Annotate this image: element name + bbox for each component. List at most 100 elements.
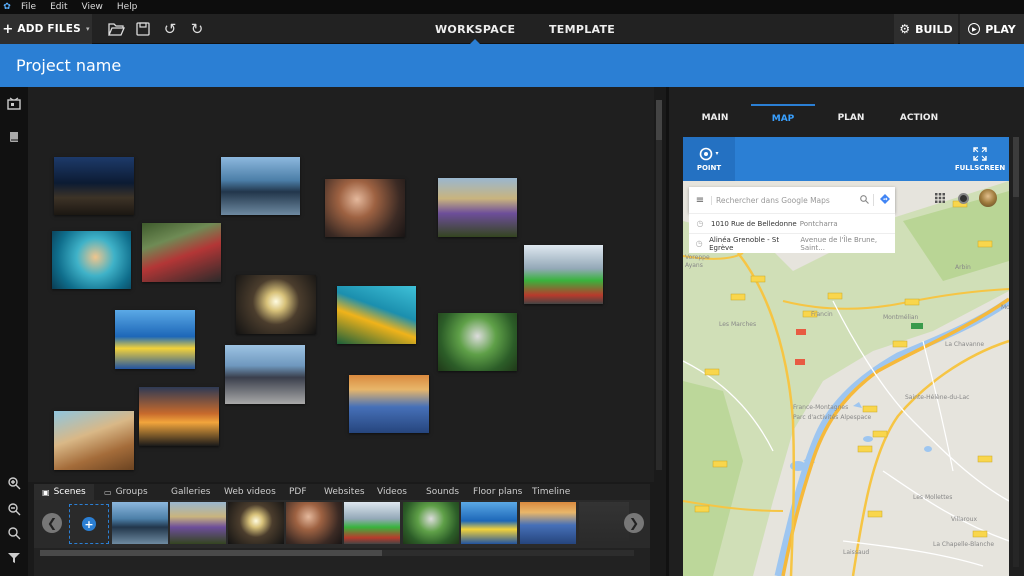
point-button[interactable]: ▾ POINT	[683, 137, 735, 181]
menu-file[interactable]: File	[14, 2, 43, 12]
save-icon[interactable]	[130, 14, 156, 44]
suggestion-main: Alinéa Grenoble - St Egrève	[709, 235, 780, 252]
map-suggestion[interactable]: ◷ Alinéa Grenoble - St Egrève Avenue de …	[689, 233, 895, 253]
scene-thumbnail[interactable]	[344, 502, 400, 544]
point-label: POINT	[696, 163, 722, 172]
tab-timeline[interactable]: Timeline	[532, 484, 570, 500]
svg-text:Francin: Francin	[811, 311, 833, 318]
photo-thumbnail[interactable]	[325, 179, 405, 237]
media-library: ▣ Scenes ▭ Groups Galleries Web videos P…	[34, 484, 650, 576]
scene-thumbnail[interactable]	[461, 502, 517, 544]
add-files-button[interactable]: + ADD FILES ▾	[0, 14, 92, 44]
tab-floor-plans[interactable]: Floor plans	[473, 484, 522, 500]
scene-thumbnail[interactable]	[579, 502, 629, 544]
photo-thumbnail[interactable]	[54, 157, 134, 215]
fullscreen-button[interactable]: FULLSCREEN	[955, 137, 1005, 181]
folder-open-icon[interactable]	[103, 14, 129, 44]
play-label: PLAY	[985, 22, 1016, 36]
build-label: BUILD	[915, 22, 953, 36]
svg-text:Arbin: Arbin	[955, 264, 971, 271]
svg-text:Villaroux: Villaroux	[951, 516, 977, 523]
strip-horizontal-scrollbar[interactable]	[40, 550, 634, 556]
tab-map[interactable]: MAP	[751, 104, 815, 132]
strip-next-button[interactable]: ❯	[624, 513, 644, 533]
photo-thumbnail[interactable]	[115, 310, 195, 369]
menu-bar: ✿ File Edit View Help	[0, 0, 1024, 14]
add-scene-button[interactable]: +	[69, 504, 109, 544]
menu-edit[interactable]: Edit	[43, 2, 74, 12]
menu-view[interactable]: View	[75, 2, 110, 12]
photo-thumbnail[interactable]	[142, 223, 221, 282]
suggestion-sub: Avenue de l'Île Brune, Saint...	[800, 235, 878, 252]
map-view[interactable]: Voreppe Arbin Les Marches Francin Montméli…	[683, 181, 1009, 576]
svg-text:France-Montagnes: France-Montagnes	[793, 404, 848, 411]
scene-thumbnail[interactable]	[286, 502, 342, 544]
tab-scenes[interactable]: ▣ Scenes	[34, 484, 94, 500]
search-icon[interactable]	[855, 194, 873, 206]
photo-thumbnail[interactable]	[438, 313, 517, 371]
apps-icon[interactable]	[935, 187, 945, 209]
map-suggestion[interactable]: ◷ 1010 Rue de Belledonne Pontcharra	[689, 213, 895, 233]
target-icon: ▾	[699, 147, 719, 161]
plus-icon: +	[82, 517, 96, 531]
zoom-in-icon[interactable]	[0, 471, 28, 495]
tab-template[interactable]: TEMPLATE	[549, 14, 615, 44]
toolbar: + ADD FILES ▾ ↺ ↻ WORKSPACE TEMPLATE ⚙ B…	[0, 14, 1024, 45]
photo-thumbnail[interactable]	[221, 157, 300, 215]
scene-thumbnail[interactable]	[228, 502, 284, 544]
tab-main[interactable]: MAIN	[683, 104, 747, 132]
menu-help[interactable]: Help	[110, 2, 145, 12]
svg-text:La Chapelle-Blanche: La Chapelle-Blanche	[933, 541, 994, 548]
photo-thumbnail[interactable]	[337, 286, 416, 344]
scene-thumbnail[interactable]	[520, 502, 576, 544]
build-button[interactable]: ⚙ BUILD	[894, 14, 958, 44]
svg-text:Mons: Mons	[1001, 304, 1009, 311]
photo-thumbnail[interactable]	[236, 275, 316, 334]
filter-icon[interactable]	[0, 546, 28, 570]
project-name[interactable]: Project name	[16, 56, 121, 75]
photo-thumbnail[interactable]	[225, 345, 305, 404]
photo-thumbnail[interactable]	[52, 231, 131, 289]
search-icon[interactable]	[0, 521, 28, 545]
scene-thumbnail[interactable]	[403, 502, 459, 544]
directions-icon[interactable]	[873, 194, 895, 206]
avatar[interactable]	[979, 187, 997, 209]
play-button[interactable]: ▶ PLAY	[960, 14, 1024, 44]
hamburger-icon[interactable]: ≡	[689, 195, 711, 206]
redo-icon[interactable]: ↻	[184, 14, 210, 44]
photo-thumbnail[interactable]	[349, 375, 429, 433]
photo-thumbnail[interactable]	[438, 178, 517, 237]
workspace-canvas[interactable]	[28, 87, 654, 482]
svg-text:Les Marches: Les Marches	[719, 321, 756, 328]
tab-groups[interactable]: ▭ Groups	[104, 484, 148, 500]
book-icon[interactable]	[0, 125, 28, 149]
tab-workspace[interactable]: WORKSPACE	[435, 14, 515, 45]
strip-prev-button[interactable]: ❮	[42, 513, 62, 533]
folder-icon: ▭	[104, 487, 112, 497]
workspace-vertical-scrollbar[interactable]	[656, 100, 662, 470]
photo-thumbnail[interactable]	[524, 245, 603, 304]
tab-galleries[interactable]: Galleries	[171, 484, 210, 500]
tab-web-videos[interactable]: Web videos	[224, 484, 276, 500]
undo-icon[interactable]: ↺	[157, 14, 183, 44]
svg-text:Les Mollettes: Les Mollettes	[913, 494, 952, 501]
scene-thumbnail[interactable]	[112, 502, 168, 544]
tab-videos[interactable]: Videos	[377, 484, 407, 500]
photo-thumbnail[interactable]	[139, 387, 219, 446]
scene-thumbnail[interactable]	[170, 502, 226, 544]
fullscreen-icon	[973, 146, 987, 161]
scene-icon[interactable]	[0, 91, 28, 115]
properties-scrollbar[interactable]	[1013, 137, 1019, 567]
photo-thumbnail[interactable]	[54, 411, 134, 470]
notifications-icon[interactable]	[958, 187, 969, 209]
tab-action[interactable]: ACTION	[887, 104, 951, 132]
tab-pdf[interactable]: PDF	[289, 484, 307, 500]
map-search-input[interactable]: Rechercher dans Google Maps	[711, 195, 855, 205]
tab-websites[interactable]: Websites	[324, 484, 365, 500]
zoom-out-icon[interactable]	[0, 497, 28, 521]
map-search-box[interactable]: ≡ Rechercher dans Google Maps	[689, 187, 895, 213]
tab-sounds[interactable]: Sounds	[426, 484, 459, 500]
tab-label: Scenes	[53, 487, 86, 497]
project-title-bar: Project name	[0, 44, 1024, 87]
tab-plan[interactable]: PLAN	[819, 104, 883, 132]
